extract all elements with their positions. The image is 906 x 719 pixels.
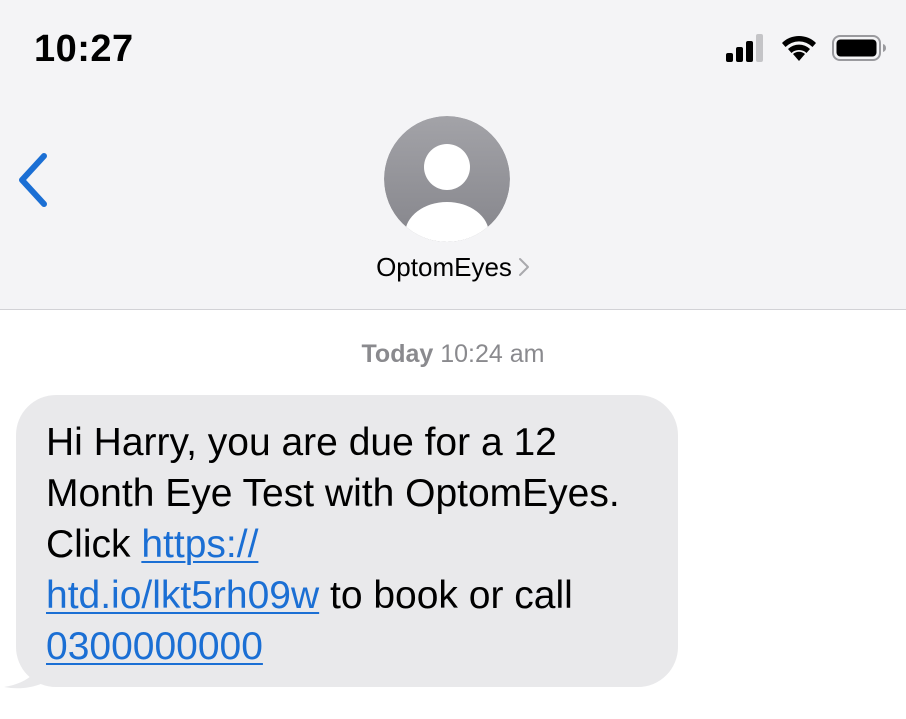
message-text-middle: to book or call [319,574,573,617]
status-bar-icons [726,33,888,67]
battery-icon [832,34,888,67]
contact-avatar[interactable] [384,116,510,242]
back-button[interactable] [14,150,54,210]
status-bar-time: 10:27 [34,28,134,70]
message-bubble[interactable]: Hi Harry, you are due for a 12 Month Eye… [16,395,678,687]
chevron-right-icon [518,254,530,285]
messages-screen: 10:27 OptomEyes Today 10:24 am Hi Harry,… [0,0,906,719]
incoming-message: Hi Harry, you are due for a 12 Month Eye… [4,395,684,695]
message-link-line1: https:// [141,523,259,566]
person-silhouette-icon [384,116,510,242]
phone-number-link[interactable]: 0300000000 [46,625,263,668]
wifi-icon [780,34,818,67]
timestamp-time: 10:24 am [440,340,545,368]
timestamp-day: Today [361,340,434,368]
cellular-signal-icon [726,33,766,67]
message-timestamp: Today 10:24 am [0,340,906,369]
conversation-header: 10:27 OptomEyes [0,0,906,310]
message-link-line2: htd.io/lkt5rh09w [46,574,320,617]
contact-name-button[interactable]: OptomEyes [0,252,906,285]
contact-name: OptomEyes [376,252,512,282]
message-text: Hi Harry, you are due for a 12 Month Eye… [46,421,620,566]
chevron-left-icon [14,153,54,214]
